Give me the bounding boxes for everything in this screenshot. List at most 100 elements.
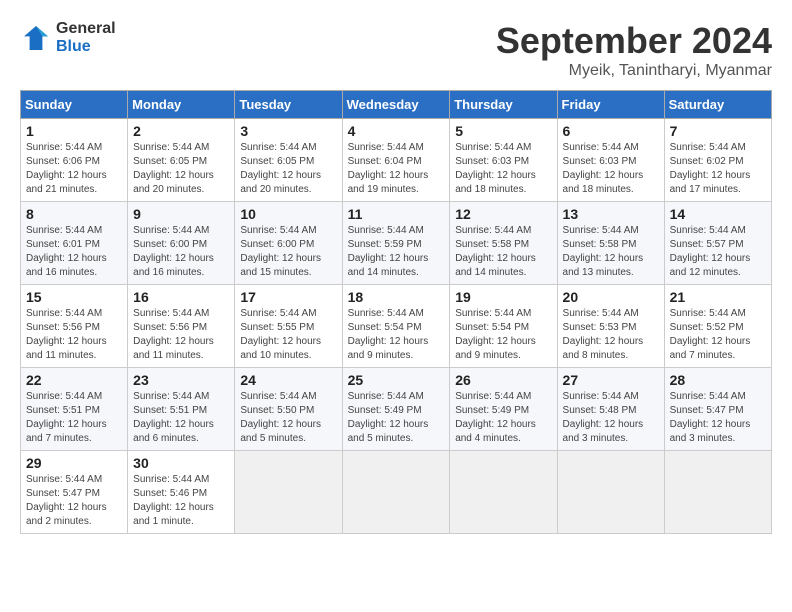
day-number: 2 <box>133 123 229 139</box>
calendar-cell: 9 Sunrise: 5:44 AM Sunset: 6:00 PM Daylig… <box>128 202 235 285</box>
calendar-cell: 27 Sunrise: 5:44 AM Sunset: 5:48 PM Dayli… <box>557 368 664 451</box>
location-subtitle: Myeik, Tanintharyi, Myanmar <box>496 62 772 80</box>
column-header-friday: Friday <box>557 91 664 119</box>
day-info: Sunrise: 5:44 AM Sunset: 6:00 PM Dayligh… <box>240 224 336 280</box>
calendar-cell: 6 Sunrise: 5:44 AM Sunset: 6:03 PM Daylig… <box>557 119 664 202</box>
title-area: September 2024 Myeik, Tanintharyi, Myanm… <box>496 20 772 80</box>
calendar-cell: 13 Sunrise: 5:44 AM Sunset: 5:58 PM Dayli… <box>557 202 664 285</box>
calendar-cell: 20Sunrise: 5:44 AM Sunset: 5:53 PM Dayli… <box>557 285 664 368</box>
calendar-cell: 8 Sunrise: 5:44 AM Sunset: 6:01 PM Daylig… <box>21 202 128 285</box>
calendar-cell: 1Sunrise: 5:44 AM Sunset: 6:06 PM Daylig… <box>21 119 128 202</box>
day-info: Sunrise: 5:44 AM Sunset: 5:58 PM Dayligh… <box>455 224 551 280</box>
day-info: Sunrise: 5:44 AM Sunset: 6:05 PM Dayligh… <box>133 141 229 197</box>
day-number: 6 <box>563 123 659 139</box>
day-info: Sunrise: 5:44 AM Sunset: 5:55 PM Dayligh… <box>240 307 336 363</box>
calendar-cell <box>235 451 342 534</box>
day-number: 16 <box>133 289 229 305</box>
calendar-cell: 22 Sunrise: 5:44 AM Sunset: 5:51 PM Dayli… <box>21 368 128 451</box>
calendar-header-row: SundayMondayTuesdayWednesdayThursdayFrid… <box>21 91 772 119</box>
calendar-cell: 5Sunrise: 5:44 AM Sunset: 6:03 PM Daylig… <box>450 119 557 202</box>
calendar-cell: 15 Sunrise: 5:44 AM Sunset: 5:56 PM Dayli… <box>21 285 128 368</box>
day-info: Sunrise: 5:44 AM Sunset: 5:59 PM Dayligh… <box>348 224 445 280</box>
calendar-cell: 25 Sunrise: 5:44 AM Sunset: 5:49 PM Dayli… <box>342 368 450 451</box>
day-info: Sunrise: 5:44 AM Sunset: 5:47 PM Dayligh… <box>26 473 122 529</box>
day-number: 13 <box>563 206 659 222</box>
calendar-cell: 3Sunrise: 5:44 AM Sunset: 6:05 PM Daylig… <box>235 119 342 202</box>
calendar-cell: 16Sunrise: 5:44 AM Sunset: 5:56 PM Dayli… <box>128 285 235 368</box>
day-number: 23 <box>133 372 229 388</box>
day-number: 4 <box>348 123 445 139</box>
calendar-cell: 4 Sunrise: 5:44 AM Sunset: 6:04 PM Daylig… <box>342 119 450 202</box>
day-number: 11 <box>348 206 445 222</box>
day-info: Sunrise: 5:44 AM Sunset: 5:58 PM Dayligh… <box>563 224 659 280</box>
column-header-sunday: Sunday <box>21 91 128 119</box>
calendar-cell <box>664 451 771 534</box>
column-header-thursday: Thursday <box>450 91 557 119</box>
calendar-body: 1Sunrise: 5:44 AM Sunset: 6:06 PM Daylig… <box>21 119 772 534</box>
day-number: 12 <box>455 206 551 222</box>
day-number: 15 <box>26 289 122 305</box>
day-number: 25 <box>348 372 445 388</box>
calendar-cell: 21Sunrise: 5:44 AM Sunset: 5:52 PM Dayli… <box>664 285 771 368</box>
day-number: 28 <box>670 372 766 388</box>
calendar-cell: 12 Sunrise: 5:44 AM Sunset: 5:58 PM Dayli… <box>450 202 557 285</box>
column-header-saturday: Saturday <box>664 91 771 119</box>
calendar-cell: 28 Sunrise: 5:44 AM Sunset: 5:47 PM Dayli… <box>664 368 771 451</box>
day-info: Sunrise: 5:44 AM Sunset: 6:06 PM Dayligh… <box>26 141 122 197</box>
calendar-cell: 18 Sunrise: 5:44 AM Sunset: 5:54 PM Dayli… <box>342 285 450 368</box>
day-info: Sunrise: 5:44 AM Sunset: 6:03 PM Dayligh… <box>455 141 551 197</box>
day-info: Sunrise: 5:44 AM Sunset: 5:48 PM Dayligh… <box>563 390 659 446</box>
day-info: Sunrise: 5:44 AM Sunset: 5:46 PM Dayligh… <box>133 473 229 529</box>
calendar-cell: 23 Sunrise: 5:44 AM Sunset: 5:51 PM Dayli… <box>128 368 235 451</box>
calendar-table: SundayMondayTuesdayWednesdayThursdayFrid… <box>20 90 772 534</box>
day-info: Sunrise: 5:44 AM Sunset: 5:47 PM Dayligh… <box>670 390 766 446</box>
logo-icon <box>20 22 52 54</box>
day-info: Sunrise: 5:44 AM Sunset: 6:02 PM Dayligh… <box>670 141 766 197</box>
day-number: 30 <box>133 455 229 471</box>
calendar-cell: 29 Sunrise: 5:44 AM Sunset: 5:47 PM Dayli… <box>21 451 128 534</box>
day-number: 9 <box>133 206 229 222</box>
logo: General Blue <box>20 20 116 57</box>
day-info: Sunrise: 5:44 AM Sunset: 6:01 PM Dayligh… <box>26 224 122 280</box>
calendar-cell <box>450 451 557 534</box>
calendar-week-row: 15 Sunrise: 5:44 AM Sunset: 5:56 PM Dayli… <box>21 285 772 368</box>
day-info: Sunrise: 5:44 AM Sunset: 5:49 PM Dayligh… <box>348 390 445 446</box>
calendar-cell: 24 Sunrise: 5:44 AM Sunset: 5:50 PM Dayli… <box>235 368 342 451</box>
day-number: 24 <box>240 372 336 388</box>
day-number: 10 <box>240 206 336 222</box>
page-header: General Blue September 2024 Myeik, Tanin… <box>20 20 772 80</box>
column-header-wednesday: Wednesday <box>342 91 450 119</box>
day-info: Sunrise: 5:44 AM Sunset: 5:51 PM Dayligh… <box>133 390 229 446</box>
day-number: 21 <box>670 289 766 305</box>
calendar-week-row: 1Sunrise: 5:44 AM Sunset: 6:06 PM Daylig… <box>21 119 772 202</box>
calendar-cell <box>557 451 664 534</box>
day-info: Sunrise: 5:44 AM Sunset: 6:03 PM Dayligh… <box>563 141 659 197</box>
logo-line1: General <box>56 20 116 38</box>
month-title: September 2024 <box>496 20 772 62</box>
day-info: Sunrise: 5:44 AM Sunset: 5:53 PM Dayligh… <box>563 307 659 363</box>
calendar-cell <box>342 451 450 534</box>
day-info: Sunrise: 5:44 AM Sunset: 6:05 PM Dayligh… <box>240 141 336 197</box>
day-info: Sunrise: 5:44 AM Sunset: 6:00 PM Dayligh… <box>133 224 229 280</box>
day-number: 8 <box>26 206 122 222</box>
day-number: 19 <box>455 289 551 305</box>
calendar-cell: 11 Sunrise: 5:44 AM Sunset: 5:59 PM Dayli… <box>342 202 450 285</box>
column-header-tuesday: Tuesday <box>235 91 342 119</box>
day-number: 17 <box>240 289 336 305</box>
day-number: 22 <box>26 372 122 388</box>
calendar-cell: 2 Sunrise: 5:44 AM Sunset: 6:05 PM Daylig… <box>128 119 235 202</box>
day-info: Sunrise: 5:44 AM Sunset: 5:50 PM Dayligh… <box>240 390 336 446</box>
day-info: Sunrise: 5:44 AM Sunset: 5:54 PM Dayligh… <box>348 307 445 363</box>
day-info: Sunrise: 5:44 AM Sunset: 6:04 PM Dayligh… <box>348 141 445 197</box>
day-info: Sunrise: 5:44 AM Sunset: 5:57 PM Dayligh… <box>670 224 766 280</box>
day-info: Sunrise: 5:44 AM Sunset: 5:51 PM Dayligh… <box>26 390 122 446</box>
calendar-cell: 17 Sunrise: 5:44 AM Sunset: 5:55 PM Dayli… <box>235 285 342 368</box>
day-number: 14 <box>670 206 766 222</box>
day-number: 18 <box>348 289 445 305</box>
day-info: Sunrise: 5:44 AM Sunset: 5:56 PM Dayligh… <box>26 307 122 363</box>
day-info: Sunrise: 5:44 AM Sunset: 5:49 PM Dayligh… <box>455 390 551 446</box>
day-number: 26 <box>455 372 551 388</box>
calendar-cell: 14 Sunrise: 5:44 AM Sunset: 5:57 PM Dayli… <box>664 202 771 285</box>
day-number: 27 <box>563 372 659 388</box>
day-number: 29 <box>26 455 122 471</box>
